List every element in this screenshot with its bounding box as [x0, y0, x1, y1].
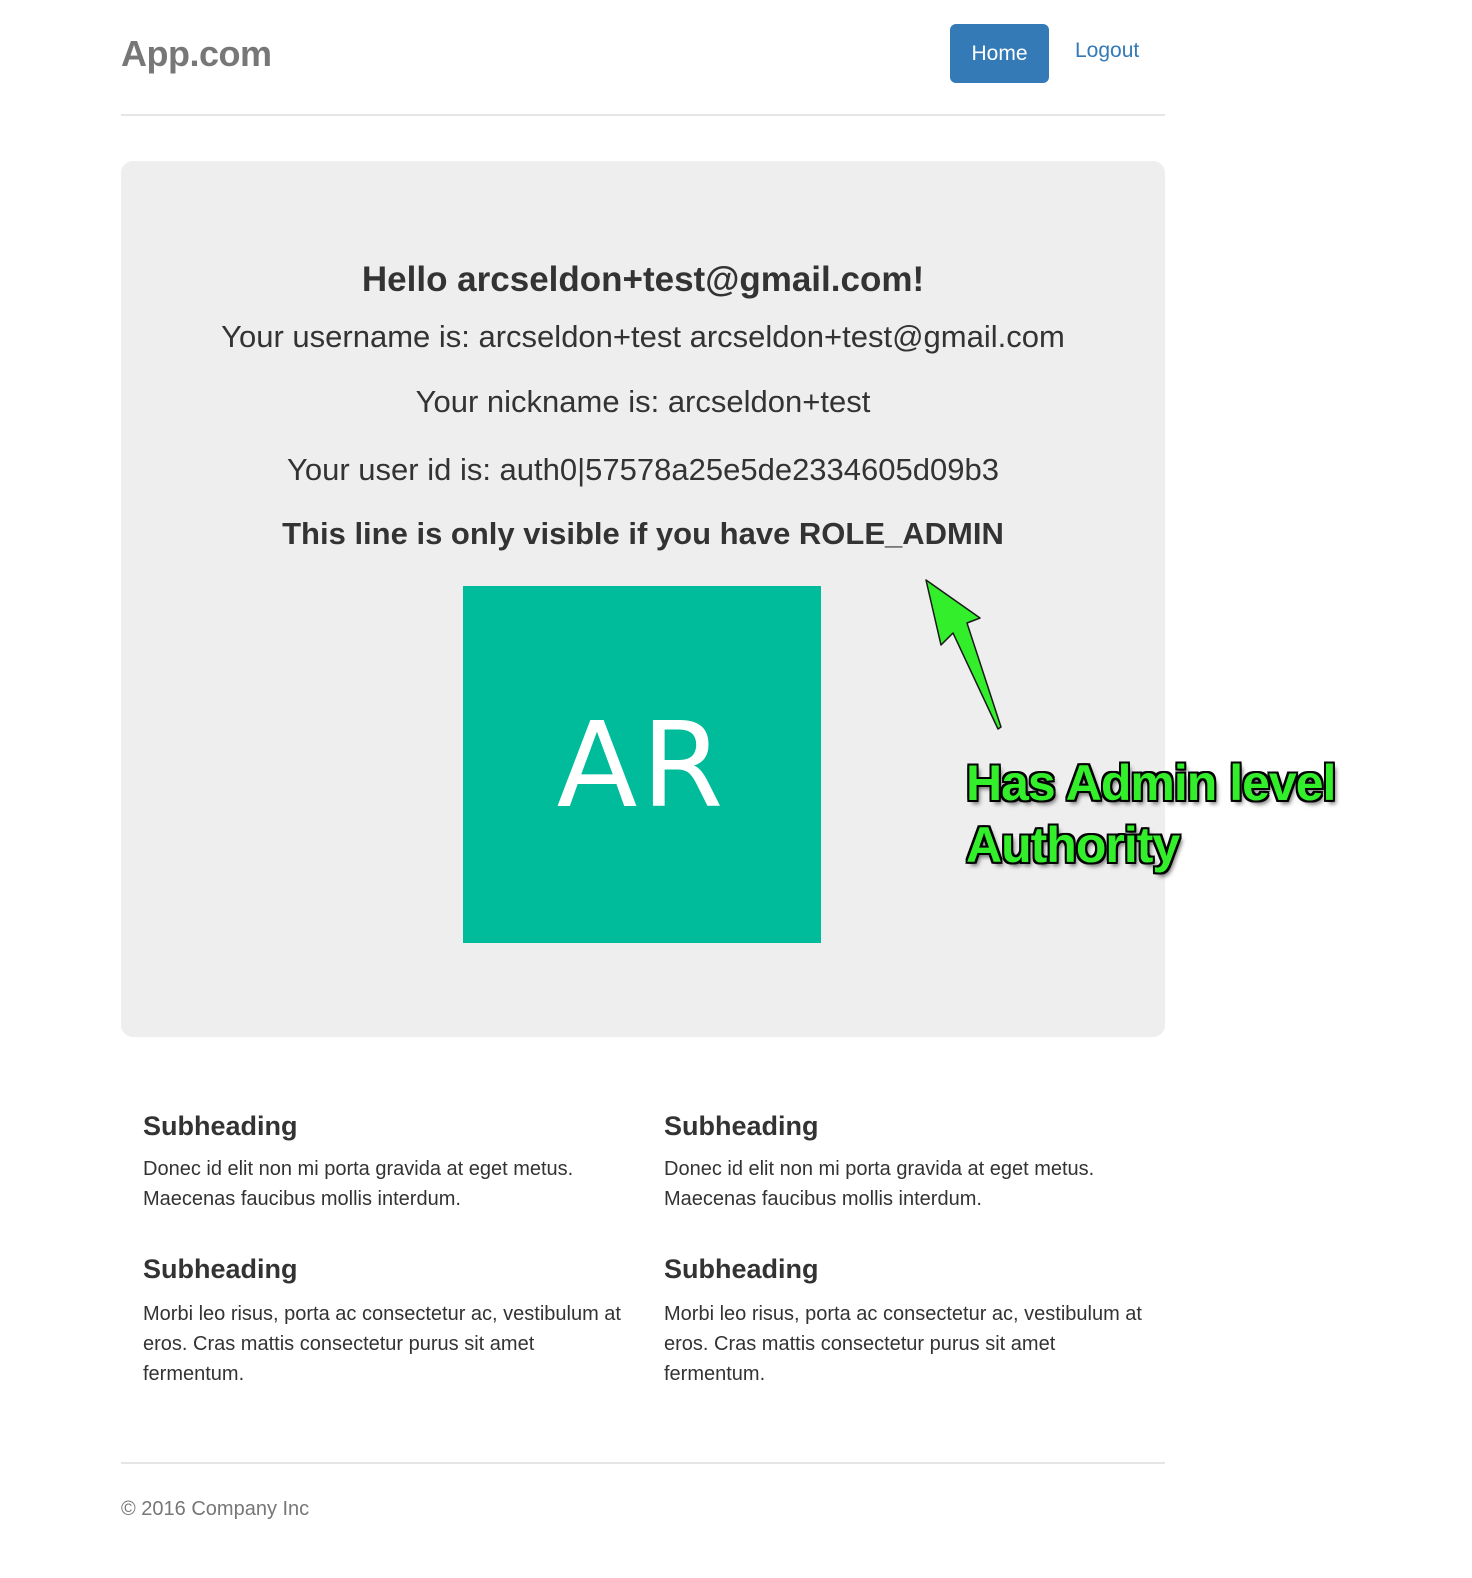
site-header: App.com Home Logout	[121, 0, 1165, 116]
userid-line: Your user id is: auth0|57578a25e5de23346…	[287, 452, 999, 487]
nickname-line: Your nickname is: arcseldon+test	[415, 384, 871, 419]
avatar: AR	[463, 586, 821, 943]
annotation-line-1: Has Admin level	[966, 755, 1336, 811]
content-section: Subheading Morbi leo risus, porta ac con…	[143, 1254, 623, 1385]
site-footer: © 2016 Company Inc	[121, 1462, 1165, 1520]
section-heading: Subheading	[143, 1111, 298, 1141]
nav-logout-link[interactable]: Logout	[1075, 39, 1139, 63]
section-text: Donec id elit non mi porta gravida at eg…	[143, 1158, 574, 1210]
section-text: Morbi leo risus, porta ac consectetur ac…	[143, 1303, 621, 1385]
nav-home-button[interactable]: Home	[950, 24, 1049, 83]
section-heading: Subheading	[664, 1111, 819, 1141]
content-section: Subheading Morbi leo risus, porta ac con…	[664, 1254, 1144, 1385]
section-text: Morbi leo risus, porta ac consectetur ac…	[664, 1303, 1142, 1385]
greeting-heading: Hello arcseldon+test@gmail.com!	[361, 260, 925, 299]
section-heading: Subheading	[664, 1254, 819, 1284]
admin-only-line: This line is only visible if you have RO…	[282, 516, 1004, 551]
username-line: Your username is: arcseldon+test arcseld…	[221, 319, 1065, 354]
section-heading: Subheading	[143, 1254, 298, 1284]
section-text: Donec id elit non mi porta gravida at eg…	[664, 1158, 1095, 1210]
brand-logo[interactable]: App.com	[121, 33, 272, 75]
arrow-up-icon	[925, 579, 1002, 730]
content-section: Subheading Donec id elit non mi porta gr…	[664, 1111, 1144, 1210]
annotation-line-2: Authority	[966, 817, 1180, 873]
copyright-text: © 2016 Company Inc	[121, 1498, 310, 1520]
annotation-callout: Has Admin level Authority	[966, 752, 1386, 876]
content-section: Subheading Donec id elit non mi porta gr…	[143, 1111, 623, 1210]
